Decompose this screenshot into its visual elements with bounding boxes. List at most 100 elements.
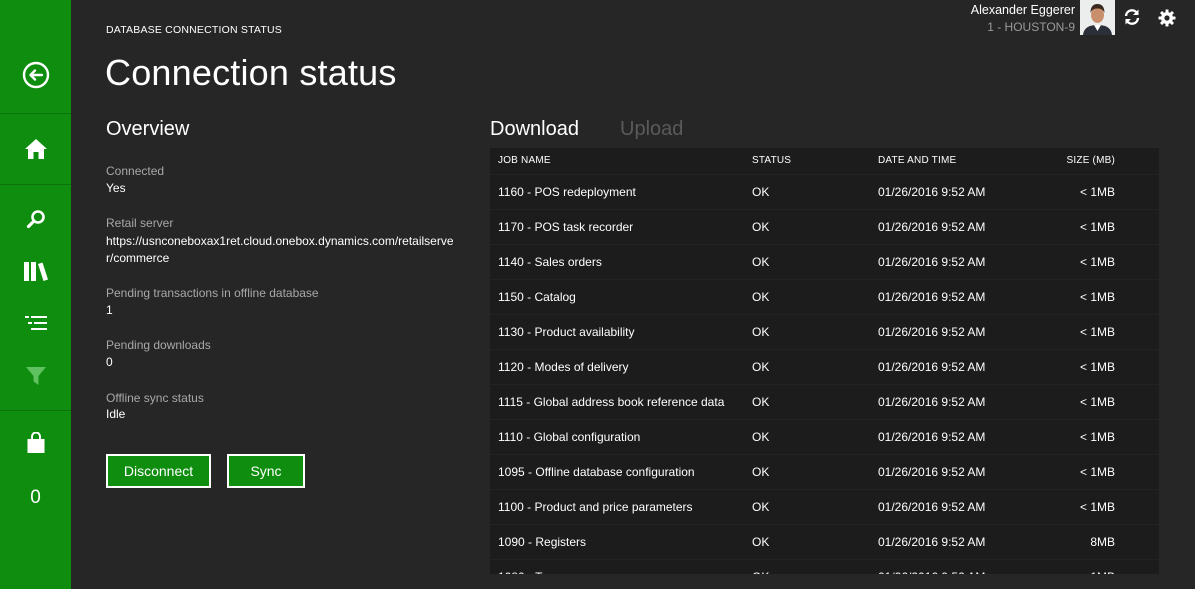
table-row[interactable]: 1120 - Modes of delivery OK 01/26/2016 9:5… [490,349,1159,384]
column-header-date-time[interactable]: DATE AND TIME [878,155,956,166]
sidebar-divider [0,113,71,114]
size-cell: < 1MB [1080,570,1115,574]
date-time-cell: 01/26/2016 9:52 AM [878,500,986,514]
sidebar-divider [0,184,71,185]
search-icon [26,210,45,229]
date-time-cell: 01/26/2016 9:52 AM [878,430,986,444]
job-name-cell: 1120 - Modes of delivery [498,360,629,374]
size-cell: 8MB [1090,535,1115,549]
tab-upload[interactable]: Upload [620,118,683,141]
size-cell: < 1MB [1079,360,1115,374]
table-row[interactable]: 1150 - Catalog OK 01/26/2016 9:52 AM < 1MB [490,279,1159,314]
orders-list-button[interactable] [0,302,71,344]
job-name-cell: 1140 - Sales orders [498,255,602,269]
pending-downloads-value: 0 [106,355,113,369]
status-cell: OK [752,500,770,514]
cart-button[interactable] [0,420,71,466]
date-time-cell: 01/26/2016 9:52 AM [878,325,986,339]
cart-count: 0 [0,480,71,516]
job-name-cell: 1150 - Catalog [498,290,576,304]
job-name-cell: 1160 - POS redeployment [498,185,636,199]
list-icon [24,316,47,330]
table-header: JOB NAME STATUS DATE AND TIME SIZE (MB) [490,148,1159,173]
status-cell: OK [752,535,770,549]
user-name: Alexander Eggerer [970,3,1075,17]
table-row[interactable]: 1140 - Sales orders OK 01/26/2016 9:52 AM <… [490,244,1159,279]
date-time-cell: 01/26/2016 9:52 AM [878,465,986,479]
products-button[interactable] [0,248,71,294]
date-time-cell: 01/26/2016 9:52 AM [878,185,986,199]
column-header-job-name[interactable]: JOB NAME [498,155,551,166]
size-cell: < 1MB [1079,465,1115,479]
settings-button[interactable] [1158,9,1176,32]
download-jobs-table: JOB NAME STATUS DATE AND TIME SIZE (MB) … [490,148,1159,574]
retail-server-value: https://usnconeboxax1ret.cloud.onebox.dy… [106,234,454,265]
refresh-button[interactable] [1123,8,1141,31]
status-cell: OK [752,185,770,199]
date-time-cell: 01/26/2016 9:52 AM [878,535,986,549]
shopping-bag-icon [27,432,44,453]
navigation-sidebar: 0 [0,0,71,589]
avatar[interactable] [1080,0,1115,35]
filter-icon [25,367,46,385]
connected-label: Connected [106,164,165,178]
filter-button[interactable] [0,354,71,398]
job-name-cell: 1170 - POS task recorder [498,220,634,234]
status-cell: OK [752,255,770,269]
tab-download[interactable]: Download [490,118,579,141]
table-row[interactable]: 1090 - Registers OK 01/26/2016 9:52 AM 8MB [490,524,1159,559]
page-title: Connection status [105,52,397,93]
job-name-cell: 1095 - Offline database configuration [498,465,695,479]
date-time-cell: 01/26/2016 9:52 AM [878,360,986,374]
breadcrumb: DATABASE CONNECTION STATUS [106,24,282,36]
date-time-cell: 01/26/2016 9:52 AM [878,220,986,234]
gear-icon [1158,9,1176,27]
table-row[interactable]: 1080 - Tax OK 01/26/2016 9:52 AM < 1MB [490,559,1159,574]
size-cell: < 1MB [1079,500,1115,514]
status-cell: OK [752,395,770,409]
disconnect-button[interactable]: Disconnect [106,454,211,488]
column-header-status[interactable]: STATUS [752,155,791,166]
offline-sync-status-value: Idle [106,407,126,421]
size-cell: < 1MB [1079,395,1115,409]
back-button[interactable] [0,44,71,106]
table-row[interactable]: 1170 - POS task recorder OK 01/26/2016 9:5… [490,209,1159,244]
table-row[interactable]: 1160 - POS redeployment OK 01/26/2016 9:52… [490,174,1159,209]
table-row[interactable]: 1095 - Offline database configuration OK 0… [490,454,1159,489]
status-cell: OK [752,220,770,234]
size-cell: < 1MB [1079,255,1115,269]
status-cell: OK [752,290,770,304]
connected-value: Yes [106,181,126,195]
size-cell: < 1MB [1079,220,1115,234]
date-time-cell: 01/26/2016 9:52 AM [878,395,986,409]
column-header-size[interactable]: SIZE (MB) [1067,155,1115,166]
table-row[interactable]: 1130 - Product availability OK 01/26/2016 … [490,314,1159,349]
size-cell: < 1MB [1079,325,1115,339]
products-icon [23,262,48,281]
search-button[interactable] [0,195,71,243]
job-name-cell: 1110 - Global configuration [498,430,641,444]
store-name: 1 - HOUSTON-9 [987,20,1075,34]
date-time-cell: 01/26/2016 9:52 AM [878,570,985,574]
size-cell: < 1MB [1079,430,1115,444]
status-cell: OK [752,360,770,374]
table-row[interactable]: 1115 - Global address book reference dat… [490,384,1159,419]
status-cell: OK [752,325,770,339]
job-name-cell: 1115 - Global address book reference dat… [498,395,725,409]
job-name-cell: 1100 - Product and price parameters [498,500,693,514]
job-name-cell: 1080 - Tax [498,570,554,574]
home-button[interactable] [0,120,71,178]
pending-transactions-value: 1 [106,303,113,317]
cart-count-label: 0 [30,487,41,508]
status-cell: OK [752,570,769,574]
table-body: 1160 - POS redeployment OK 01/26/2016 9:52… [490,174,1159,574]
size-cell: < 1MB [1079,290,1115,304]
sync-button[interactable]: Sync [227,454,305,488]
size-cell: < 1MB [1079,185,1115,199]
home-icon [24,139,47,159]
overview-heading: Overview [106,118,190,140]
retail-server-label: Retail server [106,216,174,230]
table-row[interactable]: 1110 - Global configuration OK 01/26/2016 … [490,419,1159,454]
table-row[interactable]: 1100 - Product and price parameters OK 01/… [490,489,1159,524]
sidebar-divider [0,410,71,411]
